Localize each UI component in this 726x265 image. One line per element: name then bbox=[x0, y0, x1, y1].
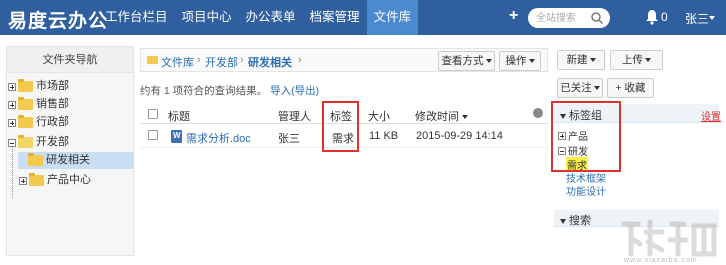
folder-icon bbox=[28, 153, 43, 166]
top-navbar: 易度云办公 工作台栏目 项目中心 办公表单 档案管理 文件库 + 0 张三 bbox=[0, 0, 726, 35]
file-title-link[interactable]: 需求分析.doc bbox=[186, 130, 251, 146]
sidebar-item-sales[interactable]: 销售部 bbox=[8, 96, 69, 113]
tree-connector bbox=[12, 144, 13, 198]
word-doc-icon bbox=[171, 130, 182, 143]
folder-label: 产品中心 bbox=[47, 174, 91, 186]
search-icon[interactable] bbox=[590, 11, 604, 25]
add-icon[interactable]: + bbox=[509, 7, 518, 25]
column-modified[interactable]: 修改时间 bbox=[415, 108, 468, 124]
file-size: 11 KB bbox=[369, 130, 399, 142]
nav-projects[interactable]: 项目中心 bbox=[175, 0, 239, 35]
view-mode-label: 查看方式 bbox=[441, 55, 484, 67]
folder-label: 研发相关 bbox=[46, 154, 90, 166]
nav-forms[interactable]: 办公表单 bbox=[239, 0, 303, 35]
import-export-link[interactable]: 导入(导出) bbox=[270, 85, 319, 97]
followed-button[interactable]: 已关注 bbox=[557, 78, 603, 98]
watermark-text: www.xiazaiba.com bbox=[624, 257, 698, 264]
nav-archives[interactable]: 档案管理 bbox=[303, 0, 367, 35]
sidebar-item-rnd[interactable]: 研发相关 bbox=[18, 152, 134, 169]
chevron-down-icon bbox=[528, 59, 535, 64]
bell-icon[interactable] bbox=[645, 9, 659, 25]
folder-nav-title: 文件夹导航 bbox=[7, 47, 133, 73]
main-nav: 工作台栏目 项目中心 办公表单 档案管理 文件库 bbox=[98, 0, 419, 35]
folder-label: 开发部 bbox=[36, 136, 69, 148]
folder-icon bbox=[147, 56, 158, 64]
tag-item-feature-design[interactable]: 功能设计 bbox=[566, 183, 606, 198]
upload-button[interactable]: 上传 bbox=[610, 50, 663, 70]
chevron-down-icon bbox=[485, 59, 492, 64]
folder-open-icon bbox=[18, 135, 33, 148]
folder-icon bbox=[18, 115, 33, 128]
breadcrumb-separator: › bbox=[240, 54, 244, 66]
folder-label: 行政部 bbox=[36, 116, 69, 128]
watermark-logo bbox=[621, 219, 717, 257]
chevron-down-icon[interactable] bbox=[709, 16, 715, 20]
gear-icon[interactable] bbox=[533, 108, 543, 118]
view-mode-button[interactable]: 查看方式 bbox=[438, 51, 495, 71]
upload-label: 上传 bbox=[622, 54, 643, 66]
breadcrumb-item[interactable]: 开发部 bbox=[205, 54, 238, 70]
file-modified: 2015-09-29 14:14 bbox=[416, 130, 503, 142]
sidebar-item-admin[interactable]: 行政部 bbox=[8, 114, 69, 131]
chevron-down-icon bbox=[645, 58, 651, 63]
breadcrumb-separator: › bbox=[197, 54, 201, 66]
annotation-highlight-box bbox=[551, 101, 621, 172]
result-summary: 约有 1 项符合的查询结果。 导入(导出) bbox=[140, 83, 319, 98]
operations-button[interactable]: 操作 bbox=[499, 51, 541, 71]
sort-desc-icon bbox=[462, 115, 468, 120]
row-checkbox[interactable] bbox=[148, 130, 158, 140]
folder-label: 市场部 bbox=[36, 80, 69, 92]
sidebar-item-market[interactable]: 市场部 bbox=[8, 78, 69, 95]
expand-icon[interactable] bbox=[19, 176, 27, 185]
file-manager: 张三 bbox=[278, 133, 300, 145]
column-manager[interactable]: 管理人 bbox=[278, 108, 311, 124]
folder-icon bbox=[29, 173, 44, 186]
breadcrumb-item[interactable]: 文件库 bbox=[161, 54, 194, 70]
folder-label: 销售部 bbox=[36, 98, 69, 110]
column-size[interactable]: 大小 bbox=[368, 108, 390, 124]
sidebar-item-product[interactable]: 产品中心 bbox=[19, 172, 91, 189]
user-name[interactable]: 张三 bbox=[685, 10, 709, 27]
nav-workbench[interactable]: 工作台栏目 bbox=[98, 0, 175, 35]
expand-icon[interactable] bbox=[8, 100, 16, 109]
select-all-checkbox[interactable] bbox=[148, 109, 158, 119]
favorite-button[interactable]: + 收藏 bbox=[607, 78, 654, 98]
operations-label: 操作 bbox=[505, 55, 527, 67]
search-title-wrap: 搜索 bbox=[560, 212, 591, 228]
chevron-down-icon bbox=[593, 86, 600, 91]
new-label: 新建 bbox=[566, 54, 588, 66]
nav-file-library[interactable]: 文件库 bbox=[366, 0, 419, 35]
app-brand[interactable]: 易度云办公 bbox=[8, 6, 108, 33]
expand-icon[interactable] bbox=[8, 118, 16, 127]
tag-settings-link[interactable]: 设置 bbox=[701, 108, 721, 123]
annotation-highlight-box bbox=[322, 101, 359, 152]
collapse-icon[interactable] bbox=[8, 138, 16, 147]
column-title[interactable]: 标题 bbox=[168, 108, 190, 124]
search-panel-title: 搜索 bbox=[569, 215, 591, 227]
new-button[interactable]: 新建 bbox=[557, 50, 605, 70]
column-modified-label: 修改时间 bbox=[415, 111, 459, 123]
sidebar-item-dev[interactable]: 开发部 bbox=[8, 134, 69, 151]
expand-icon[interactable] bbox=[8, 82, 16, 91]
breadcrumb-current: 研发相关 bbox=[248, 57, 292, 69]
folder-icon bbox=[18, 97, 33, 110]
followed-label: 已关注 bbox=[560, 82, 592, 94]
result-text: 约有 1 项符合的查询结果。 bbox=[140, 85, 268, 97]
collapse-icon bbox=[560, 218, 566, 224]
notification-count: 0 bbox=[661, 10, 668, 24]
breadcrumb-separator: › bbox=[298, 54, 302, 66]
chevron-down-icon bbox=[589, 58, 596, 63]
folder-icon bbox=[18, 79, 33, 92]
